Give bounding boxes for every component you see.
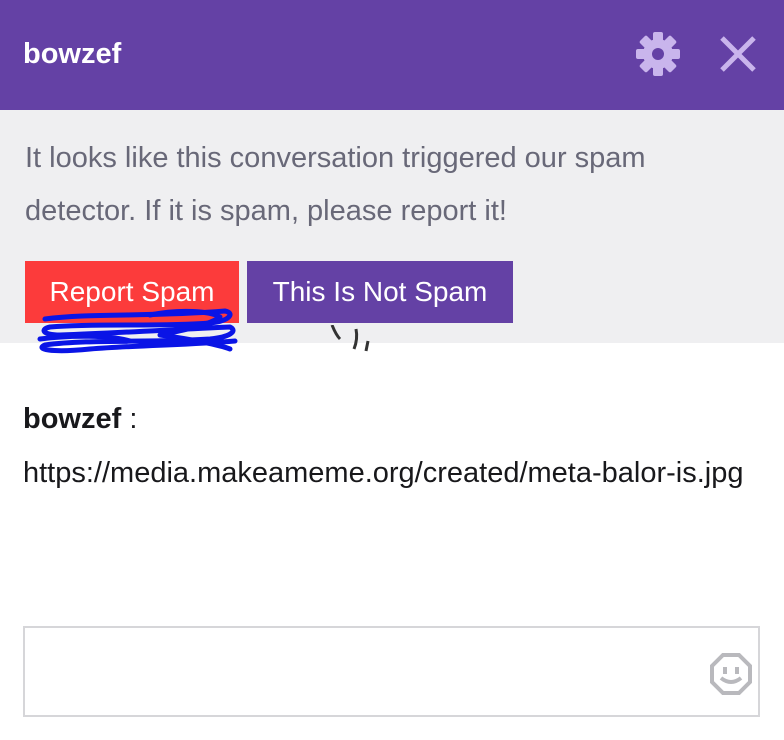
conversation-title[interactable]: bowzef [23,34,121,74]
emote-picker-button[interactable] [709,652,753,696]
gear-icon [636,32,680,76]
chat-message: bowzef : https://media.makeameme.org/cre… [23,392,763,500]
whisper-window: bowzef It looks like this conversation t… [0,0,784,740]
close-icon [720,36,756,72]
spam-warning-text: It looks like this conversation triggere… [25,142,646,227]
emote-smiley-icon [710,653,752,695]
not-spam-button[interactable]: This Is Not Spam [247,261,513,323]
obscured-text-fragment [330,325,370,352]
redaction-scribble [37,308,238,354]
message-separator: : [121,403,138,435]
whisper-composer [23,626,760,717]
message-text: https://media.makeameme.org/created/meta… [23,457,744,489]
settings-button[interactable] [633,29,683,79]
whisper-input[interactable] [35,636,699,710]
whisper-header: bowzef [0,0,784,110]
close-button[interactable] [714,30,762,78]
message-author[interactable]: bowzef [23,403,121,435]
